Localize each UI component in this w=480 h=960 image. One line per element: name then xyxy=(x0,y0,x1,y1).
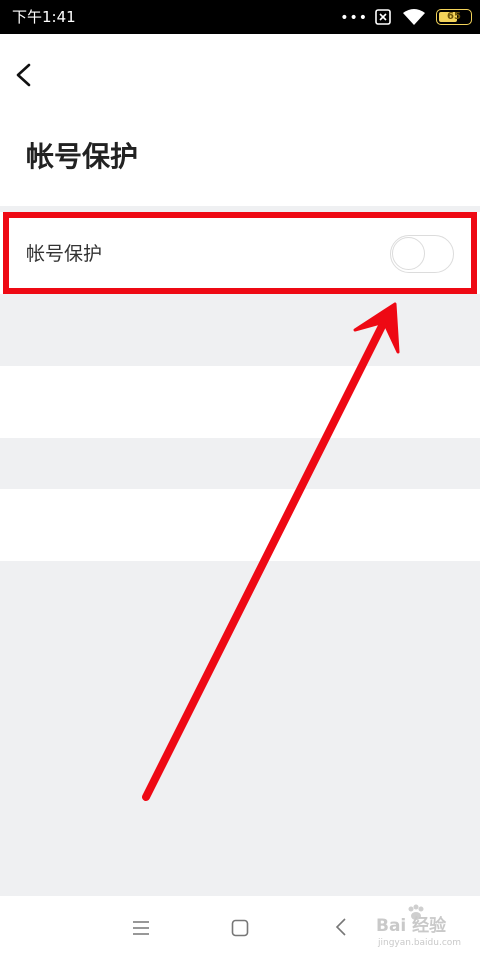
watermark-brand: Bai 经验 xyxy=(376,916,447,936)
empty-section xyxy=(0,489,480,561)
status-bar: 下午1:41 ••• 65 xyxy=(0,0,480,34)
back-icon[interactable] xyxy=(334,916,348,938)
no-sim-icon xyxy=(375,9,391,25)
empty-section xyxy=(0,366,480,438)
battery-level: 65 xyxy=(447,11,461,22)
back-arrow-icon[interactable] xyxy=(10,58,40,92)
watermark-url: jingyan.baidu.com xyxy=(378,938,462,948)
toggle-knob xyxy=(392,237,425,270)
menu-icon[interactable] xyxy=(131,918,151,938)
home-icon[interactable] xyxy=(231,919,249,937)
battery-icon: 65 xyxy=(436,9,472,25)
more-dots-icon: ••• xyxy=(340,10,368,26)
status-time: 下午1:41 xyxy=(12,8,76,26)
setting-row-account-protection: 帐号保护 xyxy=(0,212,480,294)
setting-label: 帐号保护 xyxy=(26,243,103,265)
wifi-icon xyxy=(403,9,425,25)
watermark: Bai 经验 jingyan.baidu.com xyxy=(376,904,466,952)
page-title: 帐号保护 xyxy=(26,140,139,173)
page-header: 帐号保护 xyxy=(0,34,480,206)
account-protection-toggle[interactable] xyxy=(390,235,454,273)
